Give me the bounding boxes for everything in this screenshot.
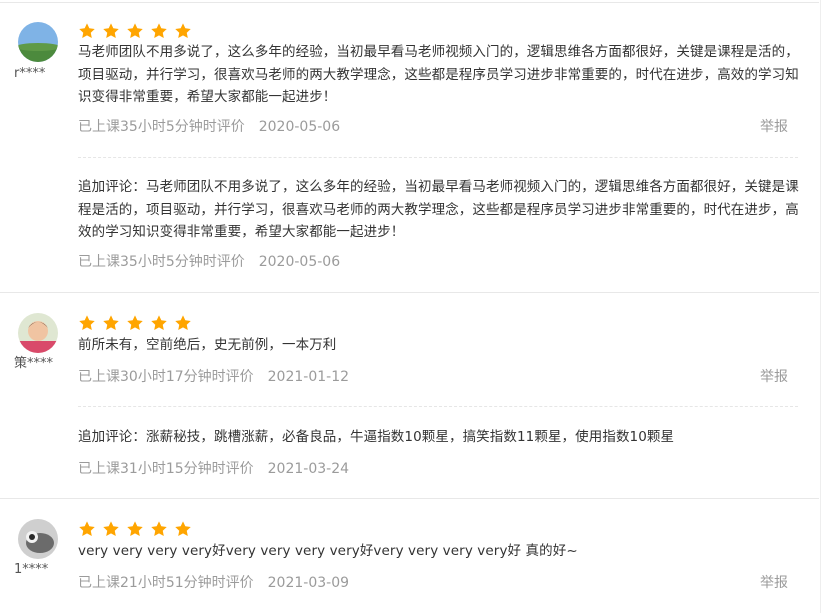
scrollbar[interactable]: [820, 0, 839, 613]
followup-content: 追加评论：涨薪秘技，跳槽涨薪，必备良品，牛逼指数10颗星，搞笑指数11颗星，使用…: [78, 429, 675, 445]
avatar[interactable]: [18, 519, 58, 559]
review-item: 策**** 前所未有，空前绝后，史无前例，一本万利 已上课30小时17分钟时评价…: [0, 293, 819, 498]
review-content: 前所未有，空前绝后，史无前例，一本万利: [78, 337, 337, 353]
username[interactable]: r****: [14, 66, 62, 82]
username[interactable]: 1****: [14, 562, 62, 578]
star-icon: [126, 22, 144, 40]
followup-date: 2021-03-24: [267, 461, 350, 477]
review-meta: 已上课30小时17分钟时评价 2021-01-12: [78, 368, 349, 386]
star-icon: [126, 520, 144, 538]
username[interactable]: 策****: [14, 356, 62, 372]
followup-meta: 已上课35小时5分钟时评价 2020-05-06: [78, 253, 340, 271]
avatar-image: [18, 519, 58, 559]
study-duration: 已上课30小时17分钟时评价: [78, 369, 254, 385]
avatar-image: [18, 313, 58, 353]
avatar-image: [18, 22, 58, 62]
review-list: r**** 马老师团队不用多说了，这么多年的经验，当初最早看马老师视频入门的，逻…: [0, 0, 819, 613]
followup-divider: [78, 406, 798, 407]
star-icon: [126, 314, 144, 332]
review-meta: 已上课21小时51分钟时评价 2021-03-09: [78, 574, 349, 592]
star-icon: [78, 22, 96, 40]
star-icon: [174, 520, 192, 538]
report-button[interactable]: 举报: [760, 368, 788, 386]
star-icon: [174, 22, 192, 40]
star-icon: [150, 22, 168, 40]
followup-meta: 已上课31小时15分钟时评价 2021-03-24: [78, 460, 349, 478]
avatar[interactable]: [18, 22, 58, 62]
followup-study-duration: 已上课35小时5分钟时评价: [78, 254, 245, 270]
followup-study-duration: 已上课31小时15分钟时评价: [78, 461, 254, 477]
star-icon: [174, 314, 192, 332]
followup-date: 2020-05-06: [258, 254, 341, 270]
star-icon: [78, 314, 96, 332]
star-icon: [102, 314, 120, 332]
report-button[interactable]: 举报: [760, 118, 788, 136]
star-icon: [102, 520, 120, 538]
rating-stars: [78, 520, 192, 538]
star-icon: [102, 22, 120, 40]
review-item: 1**** very very very very好very very very…: [0, 499, 819, 613]
review-date: 2020-05-06: [258, 119, 341, 135]
rating-stars: [78, 22, 192, 40]
study-duration: 已上课21小时51分钟时评价: [78, 575, 254, 591]
rating-stars: [78, 314, 192, 332]
review-content: 马老师团队不用多说了，这么多年的经验，当初最早看马老师视频入门的，逻辑思维各方面…: [78, 44, 799, 105]
review-date: 2021-01-12: [267, 369, 350, 385]
review-content: very very very very好very very very very好…: [78, 543, 578, 559]
star-icon: [150, 314, 168, 332]
avatar[interactable]: [18, 313, 58, 353]
followup-divider: [78, 157, 798, 158]
review-item: r**** 马老师团队不用多说了，这么多年的经验，当初最早看马老师视频入门的，逻…: [0, 0, 819, 292]
study-duration: 已上课35小时5分钟时评价: [78, 119, 245, 135]
report-button[interactable]: 举报: [760, 574, 788, 592]
star-icon: [78, 520, 96, 538]
review-meta: 已上课35小时5分钟时评价 2020-05-06: [78, 118, 340, 136]
star-icon: [150, 520, 168, 538]
review-date: 2021-03-09: [267, 575, 350, 591]
followup-content: 追加评论：马老师团队不用多说了，这么多年的经验，当初最早看马老师视频入门的，逻辑…: [78, 179, 799, 240]
